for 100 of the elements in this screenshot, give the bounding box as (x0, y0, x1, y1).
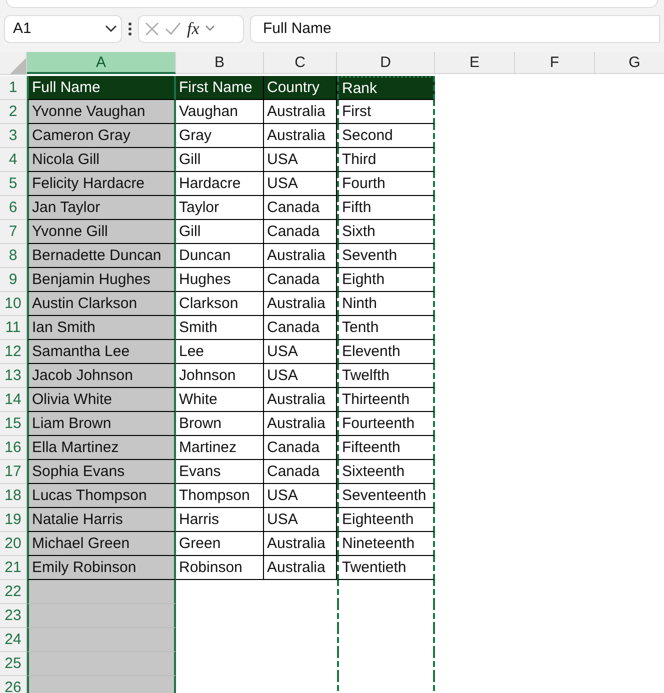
row-header[interactable]: 7 (0, 220, 27, 244)
table-cell: Jan Taylor (27, 196, 176, 220)
table-cell: Sixteenth (337, 460, 435, 484)
table-cell: Twelfth (337, 364, 435, 388)
table-cell: Sophia Evans (27, 460, 176, 484)
table-cell: Canada (264, 268, 337, 292)
column-header[interactable]: A (27, 52, 176, 74)
table-cell: Canada (264, 316, 337, 340)
header-cell: Full Name (27, 76, 176, 100)
table-cell: Eighteenth (337, 508, 435, 532)
column-header[interactable]: B (176, 52, 264, 74)
table-cell: Ian Smith (27, 316, 176, 340)
table-cell: Austin Clarkson (27, 292, 176, 316)
table-cell: Samantha Lee (27, 340, 176, 364)
row-header[interactable]: 17 (0, 460, 27, 484)
table-cell: Hardacre (176, 172, 264, 196)
row-header[interactable]: 1 (0, 76, 27, 100)
table-cell: Tenth (337, 316, 435, 340)
table-cell: USA (264, 340, 337, 364)
table-cell: Gill (176, 220, 264, 244)
row-header[interactable]: 13 (0, 364, 27, 388)
row-header[interactable]: 2 (0, 100, 27, 124)
row-header[interactable]: 25 (0, 652, 27, 676)
check-icon[interactable] (165, 22, 181, 36)
row-header[interactable]: 14 (0, 388, 27, 412)
table-cell: Ella Martinez (27, 436, 176, 460)
table-cell: Olivia White (27, 388, 176, 412)
header-cell: First Name (176, 76, 264, 100)
row-header[interactable]: 3 (0, 124, 27, 148)
table-cell: Michael Green (27, 532, 176, 556)
row-header[interactable]: 12 (0, 340, 27, 364)
row-header[interactable]: 11 (0, 316, 27, 340)
column-header[interactable]: E (435, 52, 515, 74)
chevron-down-icon[interactable] (205, 25, 216, 32)
row-header[interactable]: 21 (0, 556, 27, 580)
table-cell: Lucas Thompson (27, 484, 176, 508)
table-cell: Brown (176, 412, 264, 436)
table-cell: Benjamin Hughes (27, 268, 176, 292)
table-cell: Jacob Johnson (27, 364, 176, 388)
table-cell: Australia (264, 100, 337, 124)
name-box[interactable]: A1 (4, 14, 122, 42)
table-cell: Australia (264, 388, 337, 412)
table-cell: Felicity Hardacre (27, 172, 176, 196)
table-cell: Canada (264, 196, 337, 220)
more-options-icon[interactable] (128, 22, 132, 36)
close-icon[interactable] (145, 22, 159, 36)
table-cell: Emily Robinson (27, 556, 176, 580)
table-cell: Canada (264, 220, 337, 244)
triangle-icon (10, 58, 26, 74)
table-cell: USA (264, 364, 337, 388)
table-cell: Ninth (337, 292, 435, 316)
row-header[interactable]: 15 (0, 412, 27, 436)
header-cell: Rank (337, 76, 435, 100)
column-header[interactable]: G (595, 52, 664, 74)
table-cell: USA (264, 172, 337, 196)
table-cell: Australia (264, 124, 337, 148)
insert-function-button[interactable]: fx (187, 18, 200, 38)
row-header[interactable]: 5 (0, 172, 27, 196)
table-cell: Smith (176, 316, 264, 340)
table-cell: Gray (176, 124, 264, 148)
table-cell: Nicola Gill (27, 148, 176, 172)
row-header[interactable]: 26 (0, 676, 27, 693)
table-cell: Eleventh (337, 340, 435, 364)
table-cell: Canada (264, 436, 337, 460)
row-header[interactable]: 16 (0, 436, 27, 460)
table-cell: USA (264, 484, 337, 508)
row-header[interactable]: 20 (0, 532, 27, 556)
table-cell: First (337, 100, 435, 124)
row-header[interactable]: 4 (0, 148, 27, 172)
row-header[interactable]: 22 (0, 580, 27, 604)
select-all-corner[interactable] (0, 52, 27, 75)
table-cell: Gill (176, 148, 264, 172)
table-cell: Natalie Harris (27, 508, 176, 532)
table-cell: Hughes (176, 268, 264, 292)
column-header[interactable]: F (515, 52, 595, 74)
table-cell: Bernadette Duncan (27, 244, 176, 268)
row-header[interactable]: 23 (0, 604, 27, 628)
chevron-down-icon (105, 24, 117, 32)
row-header[interactable]: 18 (0, 484, 27, 508)
row-header[interactable]: 19 (0, 508, 27, 532)
table-cell: Thirteenth (337, 388, 435, 412)
table-cell: Australia (264, 556, 337, 580)
table-cell: Yvonne Vaughan (27, 100, 176, 124)
table-cell: Fourth (337, 172, 435, 196)
row-header[interactable]: 8 (0, 244, 27, 268)
table-cell: USA (264, 148, 337, 172)
row-header[interactable]: 9 (0, 268, 27, 292)
row-header[interactable]: 6 (0, 196, 27, 220)
table-cell: Australia (264, 532, 337, 556)
column-header[interactable]: C (264, 52, 337, 74)
row-header[interactable]: 10 (0, 292, 27, 316)
table-cell: Cameron Gray (27, 124, 176, 148)
table-cell: White (176, 388, 264, 412)
row-header[interactable]: 24 (0, 628, 27, 652)
table-cell: Third (337, 148, 435, 172)
table-cell: Fifth (337, 196, 435, 220)
formula-input[interactable]: Full Name (250, 14, 660, 42)
table-cell: Sixth (337, 220, 435, 244)
column-header[interactable]: D (337, 52, 435, 74)
table-cell: Taylor (176, 196, 264, 220)
